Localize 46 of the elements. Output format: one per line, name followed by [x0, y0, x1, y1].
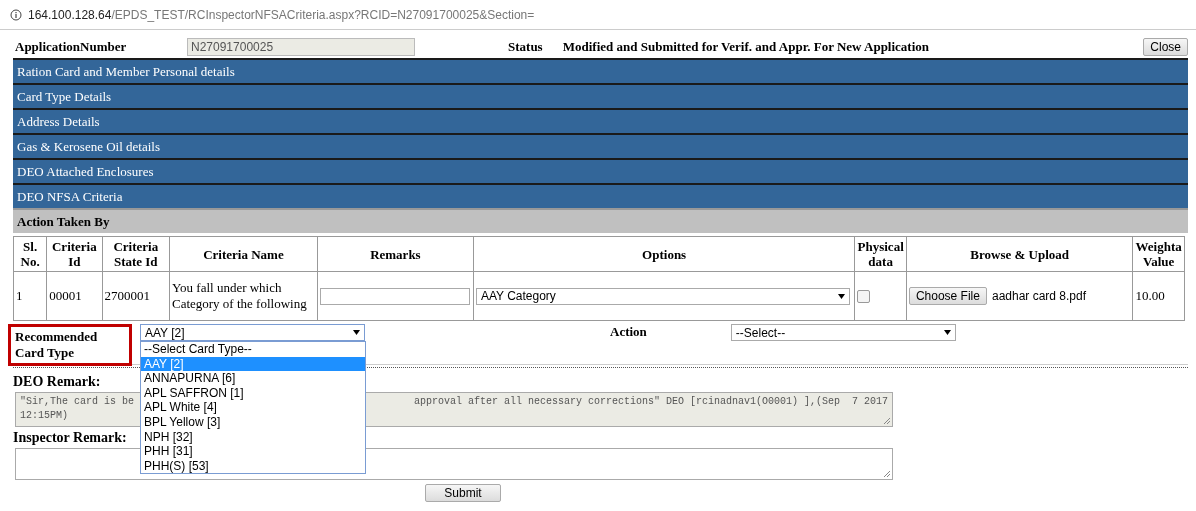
section-bar[interactable]: DEO Attached Enclosures: [13, 158, 1188, 183]
table-cell: 1: [13, 271, 47, 321]
field-label: Status: [508, 39, 543, 55]
action-select[interactable]: --Select--: [730, 324, 956, 341]
column-header: Options: [473, 236, 855, 272]
info-icon[interactable]: [10, 8, 22, 21]
close-button[interactable]: Close: [1143, 38, 1188, 56]
remarks-field[interactable]: [319, 287, 470, 305]
column-header: Weighta Value: [1132, 236, 1185, 272]
caret-icon: [837, 293, 845, 299]
column-header: Criteria Name: [169, 236, 318, 272]
column-header: Criteria State Id: [102, 236, 170, 272]
section-bar[interactable]: Gas & Kerosene Oil details: [13, 133, 1188, 158]
field-label: Action: [610, 324, 647, 340]
table-cell: You fall under which Category of the following: [169, 271, 318, 321]
table-cell: 10.00: [1132, 271, 1185, 321]
options-select[interactable]: AAY Category: [475, 287, 850, 305]
section-bar[interactable]: DEO NFSA Criteria: [13, 183, 1188, 208]
card-type-select[interactable]: AAY [2]: [140, 324, 365, 341]
file-name: aadhar card 8.pdf: [991, 288, 1087, 304]
column-header: Physical data: [854, 236, 907, 272]
table-cell: 2700001: [102, 271, 170, 321]
column-header: Remarks: [317, 236, 474, 272]
column-header: Browse & Upload: [906, 236, 1133, 272]
url-host: 164.100.128.64: [28, 7, 112, 22]
column-header: Sl. No.: [13, 236, 47, 272]
section-header[interactable]: Action Taken By: [13, 208, 1188, 233]
resize-grip-icon[interactable]: [882, 416, 891, 425]
choose-file-button[interactable]: Choose File: [908, 287, 987, 305]
section-bar[interactable]: Ration Card and Member Personal details: [13, 58, 1188, 83]
url-path: /EPDS_TEST/RCInspectorNFSACriteria.aspx?RCID=N27091700025&Section=: [111, 7, 535, 22]
column-header: Criteria Id: [46, 236, 103, 272]
caret-icon: [353, 330, 360, 335]
physical-data-checkbox[interactable]: [857, 289, 871, 303]
application-number-field[interactable]: N27091700025: [187, 38, 415, 56]
status-text: Modified and Submitted for Verif. and Appr. For New Application: [562, 39, 930, 55]
field-label: ApplicationNumber: [14, 39, 128, 55]
section-bar[interactable]: Address Details: [13, 108, 1188, 133]
field-label: Inspector Remark:: [13, 430, 127, 446]
resize-grip-icon[interactable]: [882, 469, 891, 478]
section-bar[interactable]: Card Type Details: [13, 83, 1188, 108]
submit-button[interactable]: Submit: [425, 484, 501, 502]
caret-icon: [943, 330, 951, 335]
field-label: DEO Remark:: [13, 374, 101, 390]
field-label: Recommended Card Type: [15, 329, 99, 361]
table-cell: 00001: [46, 271, 103, 321]
